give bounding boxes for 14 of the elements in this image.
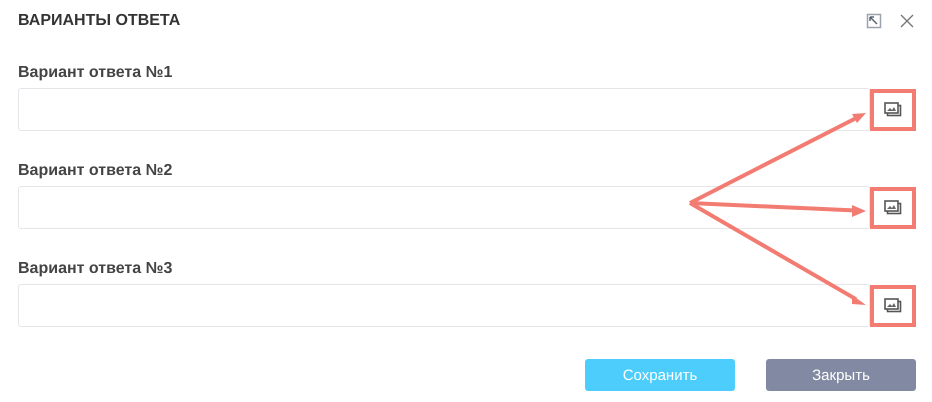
image-icon[interactable]: [884, 298, 902, 314]
field-label: Вариант ответа №3: [18, 260, 174, 278]
input-field[interactable]: [18, 186, 870, 229]
expand-icon[interactable]: [866, 13, 882, 29]
close-icon[interactable]: [900, 14, 914, 28]
image-icon[interactable]: [884, 200, 902, 216]
input-field[interactable]: [18, 284, 870, 327]
input-field[interactable]: [18, 88, 870, 131]
close-button[interactable]: Закрыть: [766, 359, 916, 391]
field-label: Вариант ответа №1: [18, 64, 174, 82]
dialog-title: ВАРИАНТЫ ОТВЕТА: [18, 12, 180, 30]
image-icon[interactable]: [884, 102, 902, 118]
field-label: Вариант ответа №2: [18, 162, 174, 180]
save-button[interactable]: Сохранить: [585, 359, 735, 391]
